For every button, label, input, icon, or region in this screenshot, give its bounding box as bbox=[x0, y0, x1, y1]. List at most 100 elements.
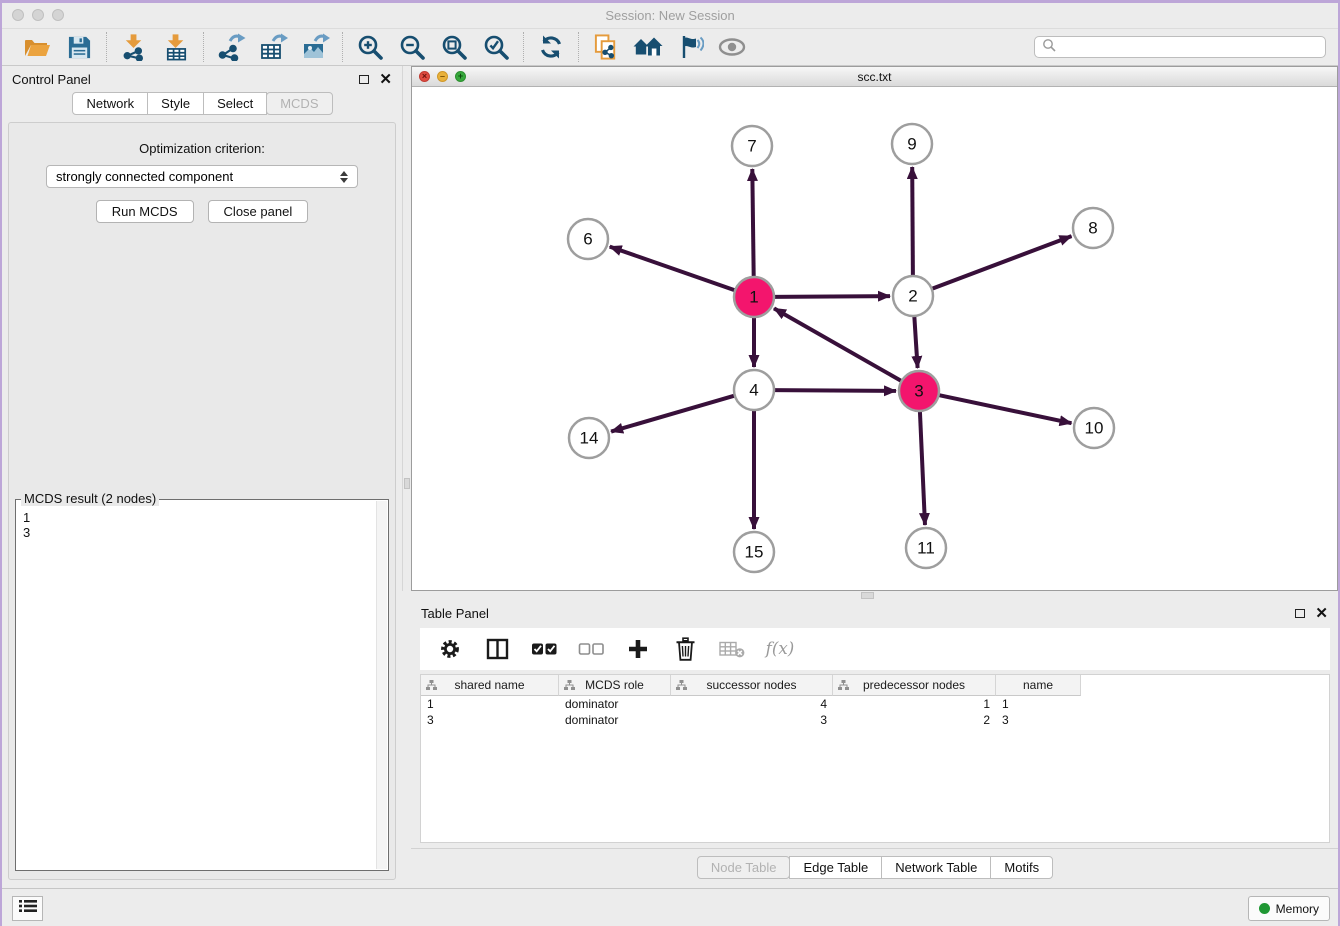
tab-network[interactable]: Network bbox=[72, 92, 148, 115]
column-header-label: name bbox=[1023, 678, 1053, 692]
svg-text:f(x): f(x) bbox=[764, 639, 794, 658]
column-header-predecessor-nodes[interactable]: predecessor nodes bbox=[833, 675, 996, 696]
horizontal-split-handle[interactable] bbox=[861, 592, 874, 599]
memory-button[interactable]: Memory bbox=[1248, 896, 1330, 921]
refresh-icon[interactable] bbox=[536, 32, 566, 62]
graph-node-label: 4 bbox=[749, 381, 758, 400]
network-canvas[interactable]: 1234678910111415 bbox=[412, 87, 1337, 590]
table-panel: Table Panel ✕ f(x) shared nameMCDS roles… bbox=[411, 600, 1338, 888]
graph-edge-4-14[interactable] bbox=[611, 396, 735, 432]
graph-edge-3-10[interactable] bbox=[939, 395, 1072, 423]
toolbar-group bbox=[10, 32, 106, 62]
delete-icon[interactable] bbox=[670, 636, 700, 662]
zoom-out-icon[interactable] bbox=[397, 32, 427, 62]
close-panel-icon[interactable]: ✕ bbox=[379, 72, 392, 87]
export-table-icon[interactable] bbox=[258, 32, 288, 62]
zoom-fit-icon[interactable] bbox=[439, 32, 469, 62]
search-input[interactable] bbox=[1061, 40, 1318, 54]
column-type-icon bbox=[564, 680, 575, 694]
graph-node-label: 1 bbox=[749, 288, 758, 307]
mcds-result-line: 1 bbox=[23, 510, 370, 525]
close-window-button[interactable] bbox=[12, 9, 24, 21]
column-header-name[interactable]: name bbox=[996, 675, 1081, 696]
tab-edge-table[interactable]: Edge Table bbox=[789, 856, 882, 879]
save-icon[interactable] bbox=[64, 32, 94, 62]
graph-edge-2-8[interactable] bbox=[932, 236, 1072, 289]
table-toolbar: f(x) bbox=[420, 628, 1330, 670]
graph-edge-2-9[interactable] bbox=[912, 167, 913, 276]
table-header-row: shared nameMCDS rolesuccessor nodesprede… bbox=[421, 675, 1329, 696]
column-header-shared-name[interactable]: shared name bbox=[421, 675, 559, 696]
zoom-in-icon[interactable] bbox=[355, 32, 385, 62]
column-header-successor-nodes[interactable]: successor nodes bbox=[671, 675, 833, 696]
delete-table-icon bbox=[717, 636, 747, 662]
zoom-window-button[interactable] bbox=[52, 9, 64, 21]
graph-edge-3-1[interactable] bbox=[774, 308, 902, 381]
import-network-icon[interactable] bbox=[119, 32, 149, 62]
vertical-split-handle[interactable] bbox=[404, 478, 410, 489]
window-title: Session: New Session bbox=[605, 8, 734, 23]
table-cell: 4 bbox=[671, 696, 833, 712]
horizontal-split-divider[interactable] bbox=[411, 591, 1338, 600]
graph-edge-1-6[interactable] bbox=[610, 247, 735, 291]
export-network-icon[interactable] bbox=[216, 32, 246, 62]
task-history-button[interactable] bbox=[12, 896, 43, 921]
flag-icon[interactable] bbox=[675, 32, 705, 62]
tab-node-table[interactable]: Node Table bbox=[697, 856, 791, 879]
tab-network-table[interactable]: Network Table bbox=[881, 856, 991, 879]
column-type-icon bbox=[426, 680, 437, 694]
graph-node-label: 9 bbox=[907, 135, 916, 154]
copy-network-icon[interactable] bbox=[591, 32, 621, 62]
float-table-panel-icon[interactable] bbox=[1295, 609, 1305, 618]
tab-motifs[interactable]: Motifs bbox=[990, 856, 1053, 879]
table-row[interactable]: 3dominator323 bbox=[421, 712, 1329, 728]
network-minimize-icon[interactable]: – bbox=[437, 71, 448, 82]
tab-style[interactable]: Style bbox=[147, 92, 204, 115]
run-mcds-button[interactable]: Run MCDS bbox=[96, 200, 194, 223]
eye-icon[interactable] bbox=[717, 32, 747, 62]
network-window-titlebar[interactable]: × – + scc.txt bbox=[412, 67, 1337, 87]
graph-edge-1-7[interactable] bbox=[752, 169, 753, 277]
export-image-icon[interactable] bbox=[300, 32, 330, 62]
table-cell: 1 bbox=[833, 696, 996, 712]
graph-edge-3-11[interactable] bbox=[920, 411, 925, 525]
table-cell: 3 bbox=[996, 712, 1081, 728]
criterion-select[interactable]: strongly connected component bbox=[46, 165, 358, 188]
graph-node-label: 8 bbox=[1088, 219, 1097, 238]
optimization-criterion-label: Optimization criterion: bbox=[9, 141, 395, 156]
graph-edge-2-3[interactable] bbox=[914, 316, 917, 368]
status-bar: Memory bbox=[2, 888, 1338, 926]
zoom-check-icon[interactable] bbox=[481, 32, 511, 62]
table-tabs-strip: Node TableEdge TableNetwork TableMotifs bbox=[411, 848, 1338, 888]
tab-select[interactable]: Select bbox=[203, 92, 267, 115]
settings-icon[interactable] bbox=[435, 636, 465, 662]
houses-icon[interactable] bbox=[633, 32, 663, 62]
add-icon[interactable] bbox=[623, 636, 653, 662]
minimize-window-button[interactable] bbox=[32, 9, 44, 21]
toolbar-group bbox=[343, 32, 523, 62]
node-table: shared nameMCDS rolesuccessor nodesprede… bbox=[420, 674, 1330, 843]
open-icon[interactable] bbox=[22, 32, 52, 62]
graph-edge-1-2[interactable] bbox=[774, 296, 890, 297]
close-panel-button[interactable]: Close panel bbox=[208, 200, 309, 223]
deselect-all-icon[interactable] bbox=[576, 636, 606, 662]
network-maximize-icon[interactable]: + bbox=[455, 71, 466, 82]
column-type-icon bbox=[838, 680, 849, 694]
application-window: Session: New Session Control Panel ✕ Net… bbox=[0, 0, 1340, 926]
column-header-mcds-role[interactable]: MCDS role bbox=[559, 675, 671, 696]
table-panel-title: Table Panel bbox=[421, 606, 489, 621]
split-view-icon[interactable] bbox=[482, 636, 512, 662]
table-row[interactable]: 1dominator411 bbox=[421, 696, 1329, 712]
result-scrollbar[interactable] bbox=[376, 501, 387, 869]
tab-mcds[interactable]: MCDS bbox=[266, 92, 332, 115]
vertical-split-divider[interactable] bbox=[402, 66, 411, 591]
search-field[interactable] bbox=[1034, 36, 1326, 58]
graph-node-label: 10 bbox=[1085, 419, 1104, 438]
mcds-result-list[interactable]: 13 bbox=[18, 509, 375, 868]
close-table-panel-icon[interactable]: ✕ bbox=[1315, 606, 1328, 621]
select-all-icon[interactable] bbox=[529, 636, 559, 662]
import-table-icon[interactable] bbox=[161, 32, 191, 62]
graph-edge-4-3[interactable] bbox=[774, 390, 896, 391]
network-close-icon[interactable]: × bbox=[419, 71, 430, 82]
float-panel-icon[interactable] bbox=[359, 75, 369, 84]
